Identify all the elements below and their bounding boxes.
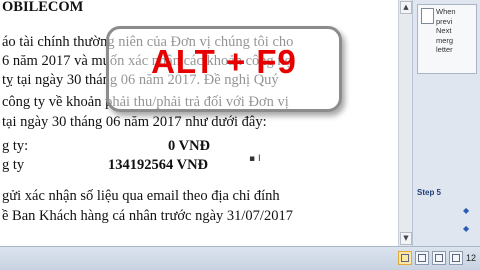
doc-line-email: gửi xác nhận số liệu qua email theo địa … bbox=[2, 188, 280, 204]
pane-info-box: When previ Next merg letter bbox=[417, 4, 477, 74]
doc-line-receivable-value: 0 VNĐ bbox=[168, 138, 211, 154]
full-screen-icon bbox=[418, 254, 426, 262]
vertical-scrollbar[interactable]: ▲ ▼ bbox=[398, 0, 412, 246]
doc-line-payable-value: 134192564 VNĐ bbox=[108, 157, 209, 173]
shortcut-callout: ALT + F9 bbox=[106, 26, 342, 112]
scroll-up-icon[interactable]: ▲ bbox=[400, 1, 412, 14]
print-layout-icon bbox=[401, 254, 409, 262]
web-layout-view-button[interactable] bbox=[432, 251, 446, 265]
web-layout-icon bbox=[435, 254, 443, 262]
text-cursor-icon: ▪ I bbox=[249, 154, 261, 164]
previous-arrow-icon[interactable]: ◆ bbox=[463, 225, 471, 233]
next-arrow-icon[interactable]: ◆ bbox=[463, 207, 471, 215]
doc-line-5: tại ngày 30 tháng 06 năm 2017 như dưới đ… bbox=[2, 114, 267, 130]
outline-icon bbox=[452, 254, 460, 262]
doc-line-company: OBILECOM bbox=[2, 0, 84, 15]
document-icon bbox=[421, 8, 434, 24]
zoom-level[interactable]: 12 bbox=[466, 253, 476, 263]
doc-line-payable-label: g ty bbox=[2, 157, 25, 173]
step-label: Step 5 bbox=[417, 188, 442, 197]
document-page[interactable]: OBILECOM áo tài chính thường niên của Đơ… bbox=[0, 0, 398, 246]
doc-line-deadline: ề Ban Khách hàng cá nhân trước ngày 31/0… bbox=[2, 208, 293, 224]
status-bar: 12 bbox=[0, 246, 480, 270]
full-screen-view-button[interactable] bbox=[415, 251, 429, 265]
pane-info-text: When previ Next merg letter bbox=[436, 7, 456, 54]
scroll-down-icon[interactable]: ▼ bbox=[400, 232, 412, 245]
outline-view-button[interactable] bbox=[449, 251, 463, 265]
mail-merge-task-pane[interactable]: When previ Next merg letter Step 5 ◆ ◆ bbox=[412, 0, 480, 246]
print-layout-view-button[interactable] bbox=[398, 251, 412, 265]
shortcut-text: ALT + F9 bbox=[151, 43, 297, 80]
doc-line-receivable-label: g ty: bbox=[2, 138, 29, 154]
